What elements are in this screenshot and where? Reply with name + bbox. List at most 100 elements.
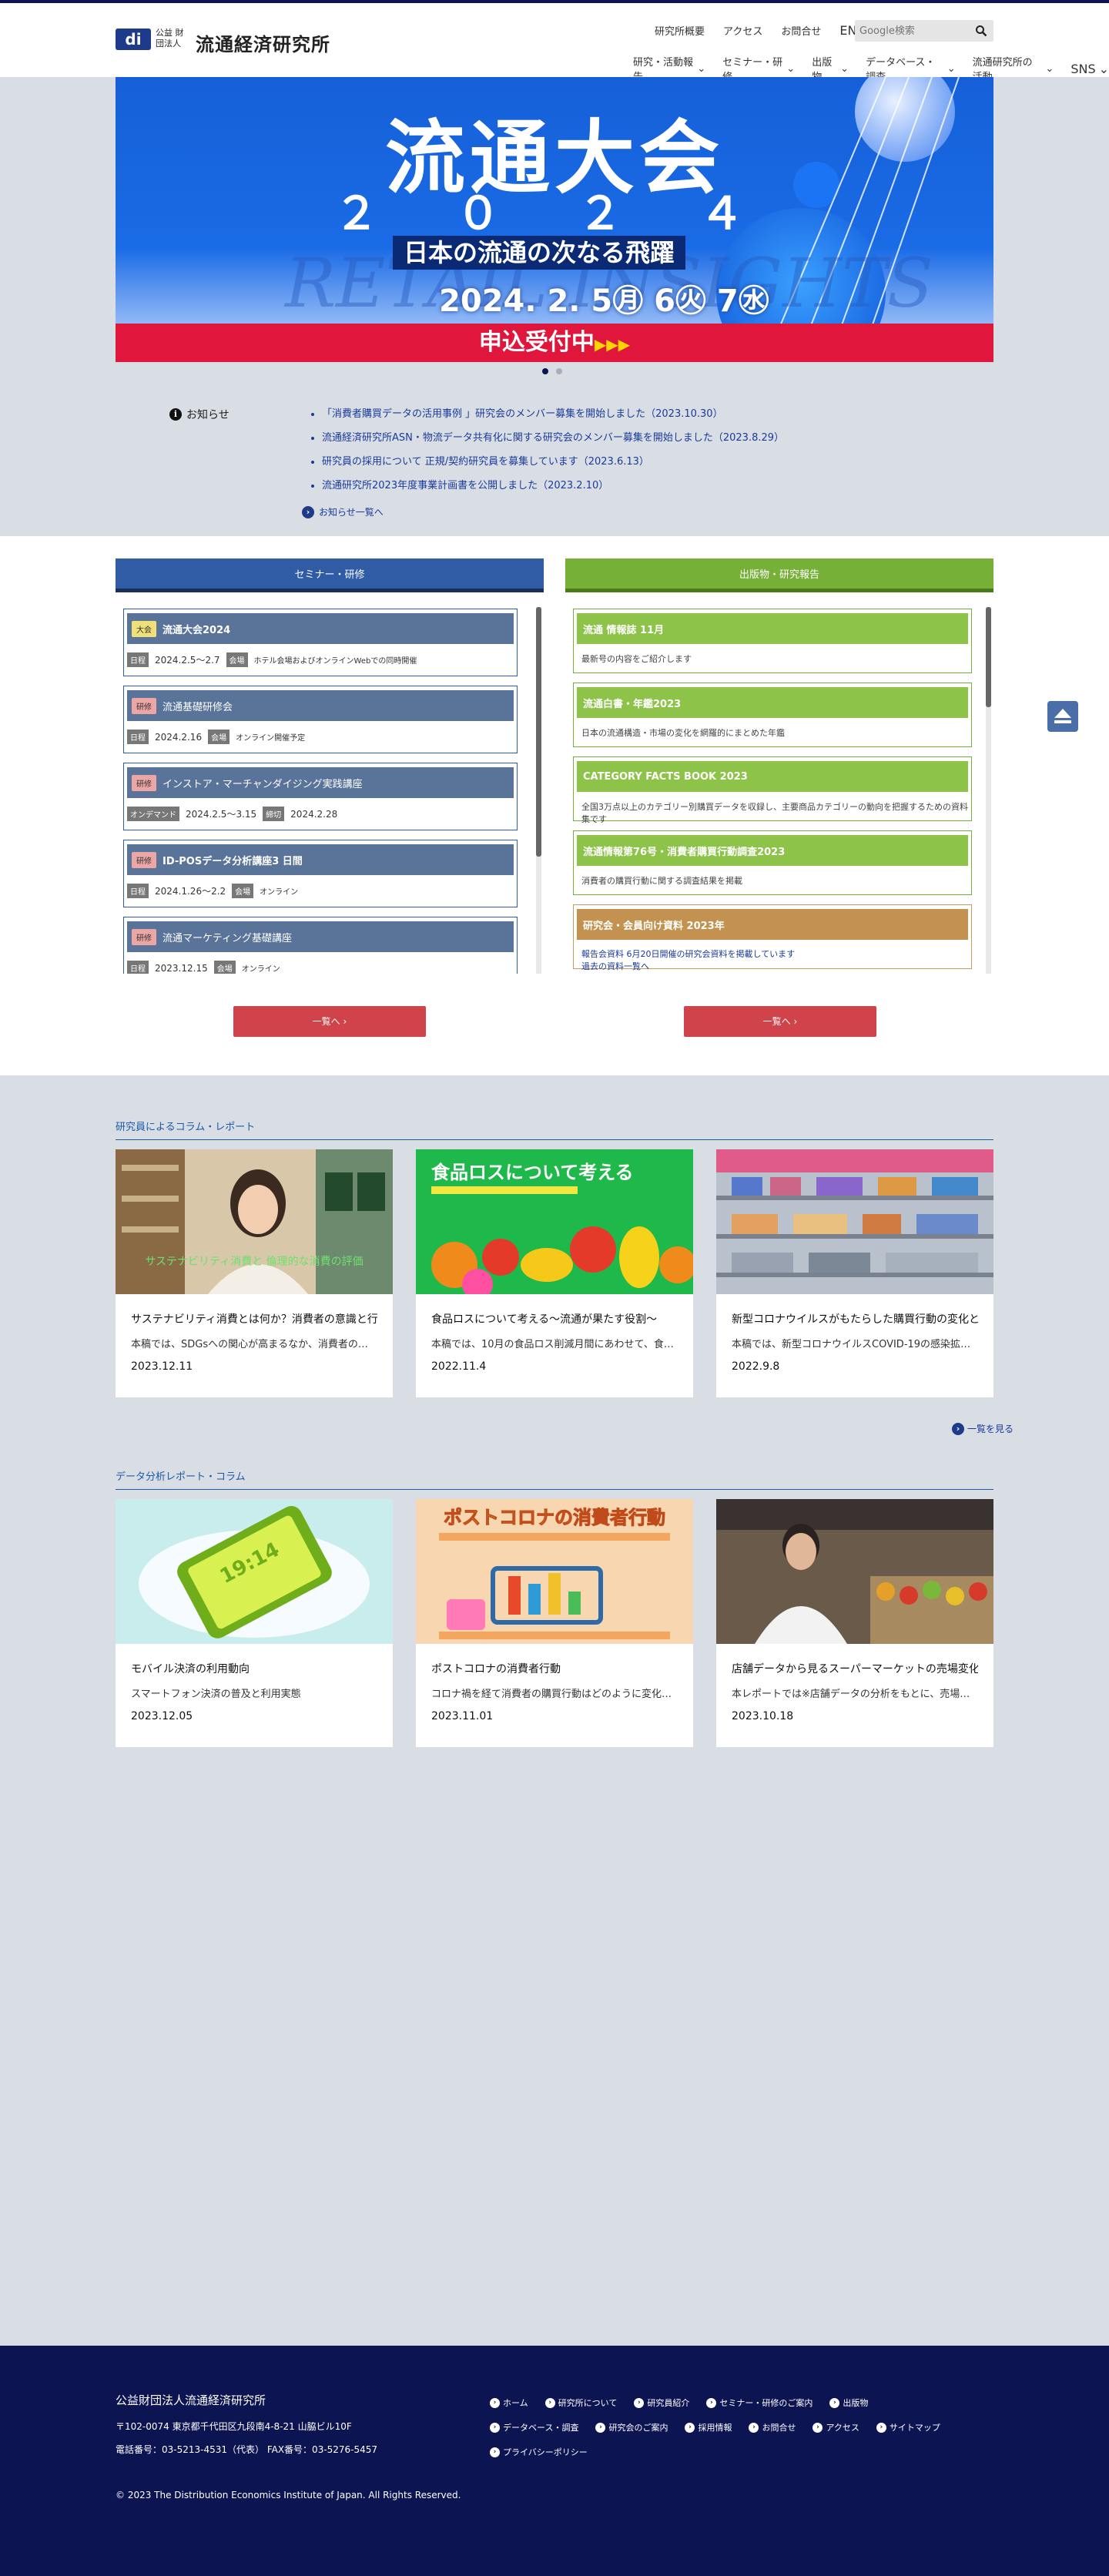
- button-label: 一覧へ: [762, 1016, 791, 1027]
- analysis-card[interactable]: 店舗データから見るスーパーマーケットの売場変化と顧客の動き 本レポートでは※店舗…: [716, 1499, 993, 1747]
- toplink-contact[interactable]: お問合せ: [781, 23, 821, 38]
- chevron-down-icon: ⌄: [786, 62, 796, 75]
- events-more-button[interactable]: 一覧へ ›: [233, 1006, 426, 1037]
- events-scrollbar[interactable]: [536, 607, 541, 974]
- footer-link[interactable]: › プライバシーポリシー: [490, 2446, 588, 2458]
- event-card[interactable]: 大会 流通大会2024 日程 2024.2.5～2.7 会場 ホテル会場およびオンライン…: [123, 609, 518, 676]
- news-item[interactable]: 研究員の採用について 正規/契約研究員を募集しています（2023.6.13）: [322, 453, 784, 468]
- hero-cta-bar[interactable]: 申込受付中▶▶▶: [116, 324, 993, 362]
- footer-link-label: 研究会のご案内: [608, 2423, 668, 2433]
- toplink-about[interactable]: 研究所概要: [655, 23, 705, 38]
- footer-link[interactable]: › アクセス: [812, 2421, 859, 2433]
- event-date: 2023.12.15: [155, 962, 208, 974]
- events-scroll-list[interactable]: 大会 流通大会2024 日程 2024.2.5～2.7 会場 ホテル会場およびオンライン…: [116, 604, 544, 974]
- meta-key: 会場: [208, 730, 230, 744]
- research-card[interactable]: 食品ロスについて考える 食品ロスについて考える～流通が果たす役割～ 本稿では、1…: [416, 1149, 693, 1397]
- research-more-link[interactable]: › 一覧を見る: [952, 1422, 1014, 1435]
- hero-subtitle: 日本の流通の次なる飛躍: [393, 236, 686, 270]
- news-item[interactable]: 流通研究所2023年度事業計画書を公開しました（2023.2.10）: [322, 477, 784, 491]
- arrow-icons: ▶▶▶: [594, 335, 631, 354]
- info-icon: i: [169, 408, 182, 421]
- publication-link[interactable]: 報告会資料 6月20日開催の研究会資料を掲載しています: [581, 948, 795, 961]
- publication-links: 報告会資料 6月20日開催の研究会資料を掲載しています 過去の資料一覧へ: [581, 948, 795, 973]
- store-shelves-image: [716, 1149, 993, 1294]
- news-section: i お知らせ 「消費者購買データの活用事例 」研究会のメンバー募集を開始しました（…: [0, 385, 1109, 536]
- analysis-card[interactable]: ポストコロナの消費者行動 ポストコロナの消費者行動 コロナ禍を経て消費者の購買行…: [416, 1499, 693, 1747]
- scrollbar-thumb[interactable]: [536, 607, 541, 857]
- publication-card[interactable]: 流通白書・年鑑2023 日本の流通構造・市場の変化を網羅的にまとめた年鑑: [573, 683, 972, 747]
- logo-mark: di: [116, 29, 151, 50]
- event-title: ID-POSデータ分析講座3 日間: [162, 855, 303, 867]
- scrollbar-thumb[interactable]: [986, 607, 991, 707]
- eject-icon: [1054, 709, 1071, 723]
- chevron-right-icon: ›: [876, 2422, 886, 2433]
- footer-link[interactable]: › お問合せ: [749, 2421, 796, 2433]
- news-item[interactable]: 「消費者購買データの活用事例 」研究会のメンバー募集を開始しました（2023.1…: [322, 405, 784, 420]
- card-title: サステナビリティ消費とは何か？消費者の意識と行動の実態をさぐる調査報告: [131, 1313, 377, 1326]
- publications-scroll-list[interactable]: 流通 情報誌 11月 最新号の内容をご紹介します 流通白書・年鑑2023 日本の…: [565, 604, 993, 974]
- news-more-link[interactable]: › お知らせ一覧へ: [302, 505, 384, 518]
- footer-link[interactable]: › 研究所について: [544, 2397, 618, 2409]
- hero-date: 2024. 2. 5㊊ 6㊋ 7㊌: [439, 283, 769, 319]
- chevron-right-icon: ›: [749, 2422, 759, 2433]
- footer-link[interactable]: › ホーム: [490, 2397, 528, 2409]
- card-desc: 本稿では、10月の食品ロス削減月間にあわせて、食品ロスの現状と流通業に求められる: [431, 1339, 678, 1350]
- publications-more-button[interactable]: 一覧へ ›: [684, 1006, 876, 1037]
- event-title-bar: 研修 流通基礎研修会: [127, 690, 514, 721]
- event-card[interactable]: 研修 流通基礎研修会 日程 2024.2.16 会場 オンライン開催予定: [123, 686, 518, 753]
- publication-card[interactable]: CATEGORY FACTS BOOK 2023 全国3万点以上のカテゴリー別購…: [573, 756, 972, 824]
- research-card-image: 食品ロスについて考える: [416, 1149, 693, 1294]
- analysis-card-image: [716, 1499, 993, 1644]
- carousel-dot-active[interactable]: [542, 368, 548, 374]
- chevron-right-icon: ›: [952, 1422, 964, 1435]
- footer-link[interactable]: › 研究員紹介: [634, 2397, 689, 2409]
- publication-title: 流通白書・年鑑2023: [577, 687, 968, 718]
- card-desc: コロナ禍を経て消費者の購買行動はどのように変化したのか、各種データから読み解く: [431, 1689, 678, 1700]
- publication-desc: 最新号の内容をご紹介します: [581, 654, 692, 664]
- research-card[interactable]: 新型コロナウイルスがもたらした購買行動の変化と今後 本稿では、新型コロナウイルス…: [716, 1149, 993, 1397]
- event-date: 2024.1.26～2.2: [155, 886, 226, 897]
- footer-link-label: 研究所について: [558, 2398, 618, 2408]
- hero-banner[interactable]: RETAIL INSIGHTS 流通大会 ２ ０ ２ ４ 日本の流通の次なる飛躍…: [116, 77, 993, 362]
- publications-scrollbar[interactable]: [986, 607, 991, 974]
- event-tag: 研修: [132, 697, 156, 714]
- carousel-dot[interactable]: [556, 368, 562, 374]
- back-to-top-button[interactable]: [1047, 701, 1078, 732]
- publication-link[interactable]: 過去の資料一覧へ: [581, 961, 795, 973]
- footer-link[interactable]: › セミナー・研修のご案内: [706, 2397, 812, 2409]
- footer-link[interactable]: › 出版物: [829, 2397, 868, 2409]
- site-logo[interactable]: di 公益 財団法人 流通経済研究所: [116, 26, 339, 55]
- event-card[interactable]: 研修 流通マーケティング基礎講座 日程 2023.12.15 会場 オンライン: [123, 917, 518, 974]
- image-caption: 食品ロスについて考える: [431, 1162, 634, 1183]
- smartphone-image: 19:14: [116, 1499, 393, 1644]
- footer-link[interactable]: › データベース・調査: [490, 2421, 578, 2433]
- event-date: 2024.2.5～3.15: [186, 809, 257, 820]
- analysis-card-image: ポストコロナの消費者行動: [416, 1499, 693, 1644]
- footer-link[interactable]: › サイトマップ: [876, 2421, 940, 2433]
- publication-card[interactable]: 流通情報第76号・消費者購買行動調査2023 消費者の購買行動に関する調査結果を…: [573, 830, 972, 895]
- card-desc: スマートフォン決済の普及と利用実態: [131, 1689, 301, 1700]
- footer-link[interactable]: › 研究会のご案内: [595, 2421, 668, 2433]
- carousel-dots: [542, 368, 562, 374]
- publication-card[interactable]: 研究会・会員向け資料 2023年 報告会資料 6月20日開催の研究会資料を掲載し…: [573, 904, 972, 971]
- event-title-bar: 研修 ID-POSデータ分析講座3 日間: [127, 844, 514, 875]
- button-label: 一覧へ: [312, 1016, 340, 1027]
- chevron-right-icon: ›: [490, 2422, 500, 2433]
- search-icon[interactable]: [975, 25, 987, 37]
- analysis-card[interactable]: 19:14 モバイル決済の利用動向 スマートフォン決済の普及と利用実態 2023…: [116, 1499, 393, 1747]
- footer-link[interactable]: › 採用情報: [685, 2421, 732, 2433]
- event-card[interactable]: 研修 インストア・マーチャンダイジング実践講座 オンデマンド 2024.2.5～3.…: [123, 763, 518, 830]
- publication-card[interactable]: 流通 情報誌 11月 最新号の内容をご紹介します: [573, 609, 972, 673]
- footer-copyright: © 2023 The Distribution Economics Instit…: [116, 2490, 461, 2501]
- event-card[interactable]: 研修 ID-POSデータ分析講座3 日間 日程 2024.1.26～2.2 会場 オンラ…: [123, 840, 518, 907]
- image-caption: ポストコロナの消費者行動: [444, 1507, 665, 1528]
- search-input[interactable]: [855, 20, 967, 42]
- research-card[interactable]: サステナビリティ消費と 倫理的な消費の評価 サステナビリティ消費とは何か？消費者…: [116, 1149, 393, 1397]
- nav-sns[interactable]: SNS ⌄: [1070, 54, 1109, 83]
- card-desc: 本レポートでは※店舗データの分析をもとに、売場づくりと顧客の購買行動の関係を考察…: [732, 1689, 978, 1700]
- footer-link-label: セミナー・研修のご案内: [719, 2398, 813, 2408]
- toplink-access[interactable]: アクセス: [723, 23, 762, 38]
- news-item[interactable]: 流通経済研究所ASN・物流データ共有化に関する研究会のメンバー募集を開始しました…: [322, 429, 784, 444]
- footer-link-label: サイトマップ: [889, 2423, 940, 2433]
- analysis-card-image: 19:14: [116, 1499, 393, 1644]
